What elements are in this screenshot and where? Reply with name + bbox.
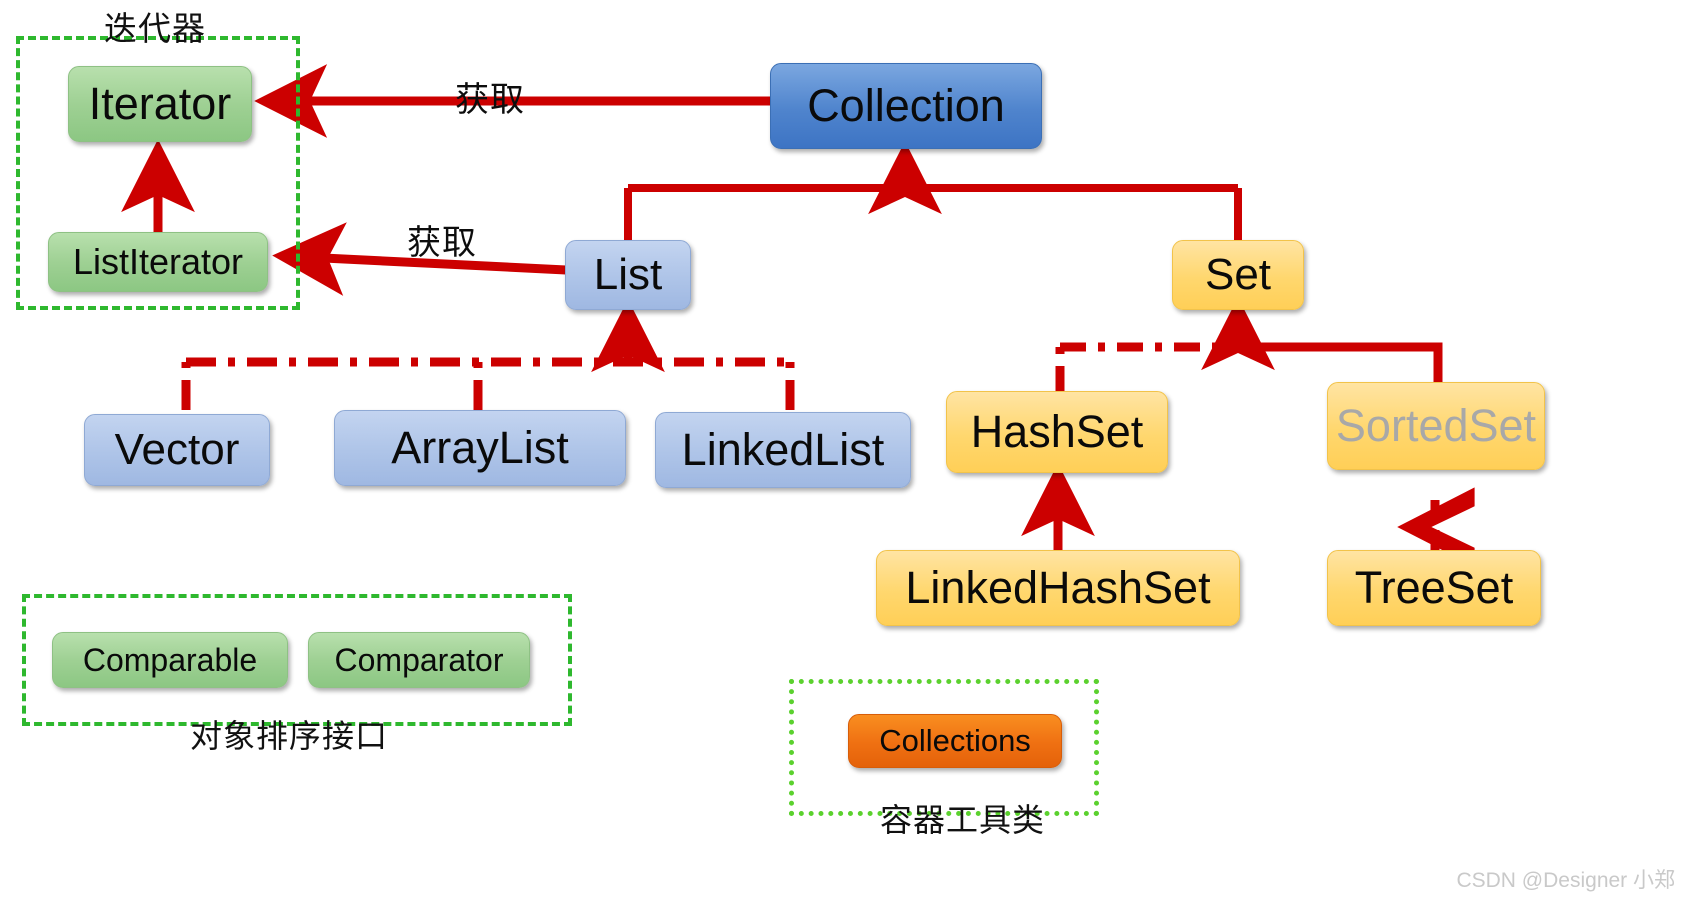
node-comparator[interactable]: Comparator — [308, 632, 530, 688]
diagram-canvas: 迭代器 对象排序接口 容器工具类 获取 获取 Iterator ListIter… — [0, 0, 1689, 904]
node-arraylist[interactable]: ArrayList — [334, 410, 626, 486]
node-treeset[interactable]: TreeSet — [1327, 550, 1541, 626]
node-comparator-label: Comparator — [334, 641, 504, 678]
node-comparable[interactable]: Comparable — [52, 632, 288, 688]
node-linkedhashset[interactable]: LinkedHashSet — [876, 550, 1240, 626]
node-listiterator-label: ListIterator — [72, 241, 244, 282]
edge-label-collection-iterator: 获取 — [455, 80, 525, 120]
group-label-sorting: 对象排序接口 — [190, 717, 389, 755]
node-sortedset-label: SortedSet — [1335, 400, 1537, 451]
node-set-label: Set — [1204, 250, 1272, 299]
node-collections-label: Collections — [879, 723, 1031, 758]
node-sortedset[interactable]: SortedSet — [1327, 382, 1545, 470]
node-arraylist-label: ArrayList — [391, 422, 569, 473]
node-collections[interactable]: Collections — [848, 714, 1062, 768]
node-listiterator[interactable]: ListIterator — [48, 232, 268, 292]
node-collection[interactable]: Collection — [770, 63, 1042, 149]
node-list[interactable]: List — [565, 240, 691, 310]
node-linkedlist-label: LinkedList — [681, 424, 885, 475]
node-linkedhashset-label: LinkedHashSet — [905, 562, 1211, 613]
node-vector[interactable]: Vector — [84, 414, 270, 486]
node-linkedlist[interactable]: LinkedList — [655, 412, 911, 488]
group-label-utility: 容器工具类 — [880, 801, 1046, 839]
watermark: CSDN @Designer 小郑 — [1456, 869, 1675, 892]
node-vector-label: Vector — [114, 425, 240, 474]
node-hashset-label: HashSet — [970, 406, 1144, 457]
node-iterator-label: Iterator — [88, 78, 232, 129]
node-collection-label: Collection — [807, 80, 1005, 131]
node-list-label: List — [593, 250, 663, 299]
node-comparable-label: Comparable — [82, 641, 258, 678]
edge-label-list-listiterator: 获取 — [407, 223, 477, 263]
node-set[interactable]: Set — [1172, 240, 1304, 310]
group-label-iterator: 迭代器 — [104, 9, 206, 48]
node-iterator[interactable]: Iterator — [68, 66, 252, 142]
node-hashset[interactable]: HashSet — [946, 391, 1168, 473]
node-treeset-label: TreeSet — [1354, 562, 1514, 613]
